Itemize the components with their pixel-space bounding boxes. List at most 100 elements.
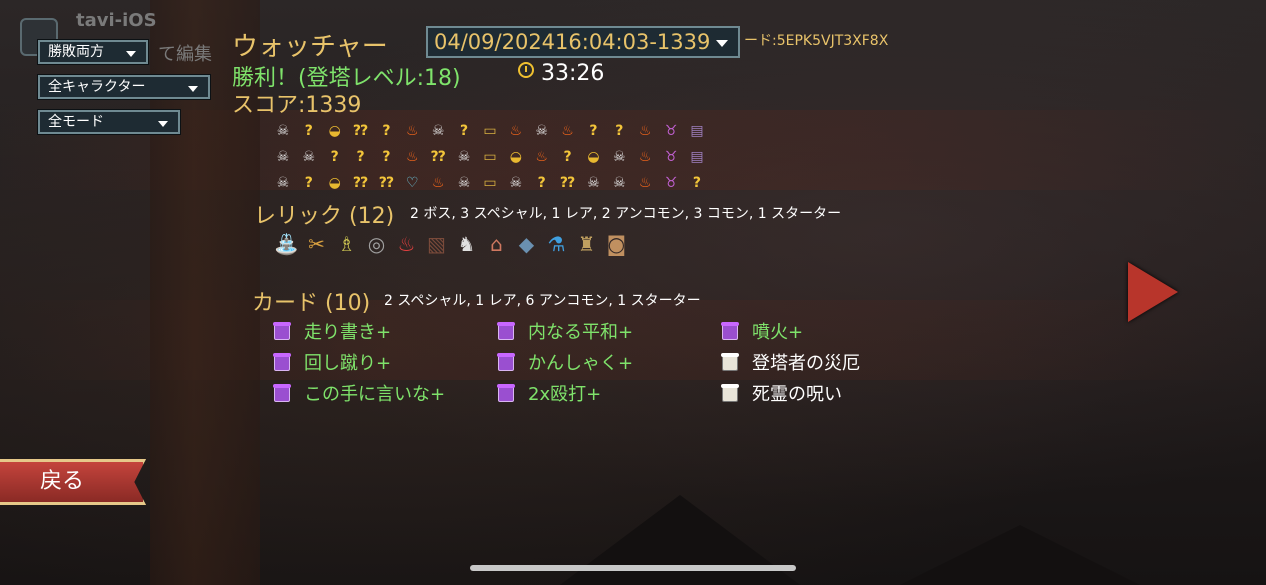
treasure-node-icon[interactable]: ▭ — [477, 118, 503, 144]
outcome-filter-dropdown[interactable]: 勝敗両方 — [38, 40, 148, 64]
event-monster-node-icon[interactable]: ⁇ — [348, 170, 374, 196]
card-name: 登塔者の災厄 — [752, 353, 860, 374]
event-node-icon[interactable]: ? — [555, 144, 581, 170]
chevron-down-icon — [716, 40, 728, 47]
card-item[interactable]: 内なる平和+ — [498, 318, 633, 344]
monster-node-icon[interactable]: ☠ — [581, 170, 607, 196]
shop-node-icon[interactable]: ◒ — [581, 144, 607, 170]
event-node-icon[interactable]: ? — [296, 170, 322, 196]
stopwatch-icon — [518, 62, 534, 78]
home-indicator[interactable] — [470, 565, 796, 571]
claw-icon[interactable]: ✂ — [302, 228, 331, 260]
card-name: 2x殴打+ — [528, 384, 602, 405]
monster-node-icon[interactable]: ☠ — [425, 118, 451, 144]
mode-filter-dropdown[interactable]: 全モード — [38, 110, 180, 134]
character-filter-dropdown[interactable]: 全キャラクター — [38, 75, 210, 99]
event-node-icon[interactable]: ? — [296, 118, 322, 144]
shop-node-icon[interactable]: ◒ — [322, 170, 348, 196]
elite-node-icon[interactable]: ♨ — [503, 118, 529, 144]
event-node-icon[interactable]: ? — [529, 170, 555, 196]
orb-ring-icon[interactable]: ◎ — [362, 228, 391, 260]
treasure-node-icon[interactable]: ▭ — [477, 144, 503, 170]
event-node-icon[interactable]: ? — [374, 144, 400, 170]
seed-text: ード:5EPK5VJT3XF8X — [744, 33, 889, 49]
card-item[interactable]: 走り書き+ — [274, 318, 391, 344]
event-node-icon[interactable]: ? — [581, 118, 607, 144]
shop-node-icon[interactable]: ◒ — [322, 118, 348, 144]
card-item[interactable]: 2x殴打+ — [498, 380, 601, 406]
lantern-icon[interactable]: ♜ — [572, 228, 601, 260]
event-node-icon[interactable]: ? — [322, 144, 348, 170]
card-item[interactable]: 死霊の呪い — [722, 380, 842, 406]
monster-node-icon[interactable]: ☠ — [606, 144, 632, 170]
house-icon[interactable]: ⌂ — [482, 228, 511, 260]
bag-icon[interactable]: ◙ — [602, 228, 631, 260]
event-shop-node-icon[interactable]: ⁇ — [374, 170, 400, 196]
shop-node-icon[interactable]: ◒ — [503, 144, 529, 170]
event-node-icon[interactable]: ? — [451, 118, 477, 144]
boss-node-icon[interactable]: ♉ — [658, 144, 684, 170]
elite-node-icon[interactable]: ♨ — [399, 118, 425, 144]
monster-node-icon[interactable]: ☠ — [529, 118, 555, 144]
map-path-grid: ☠? ◒ ⁇? ♨ ☠? ▭ ♨ ☠ ♨?? ♨ ♉ ▤ ☠ ☠??? ♨ ⁇ ☠ ▭ ◒ ♨? ◒ ☠ ♨ ♉ ▤ ☠? ◒ ⁇ ⁇ ♡… — [270, 118, 710, 196]
event-node-icon[interactable]: ? — [684, 170, 710, 196]
monster-node-icon[interactable]: ☠ — [270, 170, 296, 196]
elite-node-icon[interactable]: ♨ — [555, 118, 581, 144]
event-shop-node-icon[interactable]: ⁇ — [555, 170, 581, 196]
chest-node-icon[interactable]: ▤ — [684, 144, 710, 170]
event-node-icon[interactable]: ? — [606, 118, 632, 144]
cards-summary: 2 スペシャル, 1 レア, 6 アンコモン, 1 スターター — [384, 293, 701, 309]
background-mountain — [900, 525, 1140, 585]
map-path-row: ☠? ◒ ⁇ ⁇ ♡ ♨ ☠ ▭ ☠? ⁇ ☠ ☠ ♨ ♉? — [270, 170, 710, 196]
card-name: 噴火+ — [752, 322, 804, 343]
rest-node-icon[interactable]: ♡ — [399, 170, 425, 196]
monster-node-icon[interactable]: ☠ — [451, 144, 477, 170]
card-item[interactable]: かんしゃく+ — [498, 349, 633, 375]
monster-node-icon[interactable]: ☠ — [296, 144, 322, 170]
character-filter-value: 全キャラクター — [48, 79, 146, 95]
treasure-node-icon[interactable]: ▭ — [477, 170, 503, 196]
card-item[interactable]: 回し蹴り+ — [274, 349, 391, 375]
event-node-icon[interactable]: ? — [374, 118, 400, 144]
card-item[interactable]: 噴火+ — [722, 318, 803, 344]
card-name: かんしゃく+ — [528, 353, 634, 374]
chest-node-icon[interactable]: ▤ — [684, 118, 710, 144]
edit-label[interactable]: て編集 — [158, 40, 212, 66]
cards-title: カード (10) — [252, 291, 371, 316]
boss-node-icon[interactable]: ♉ — [658, 118, 684, 144]
monster-node-icon[interactable]: ☠ — [606, 170, 632, 196]
event-node-icon[interactable]: ? — [348, 144, 374, 170]
fountain-icon[interactable]: ⛲ — [272, 228, 301, 260]
monster-node-icon[interactable]: ☠ — [451, 170, 477, 196]
monster-node-icon[interactable]: ☠ — [270, 144, 296, 170]
elite-node-icon[interactable]: ♨ — [632, 118, 658, 144]
boss-node-icon[interactable]: ♉ — [658, 170, 684, 196]
run-selector-dropdown[interactable]: 04/09/202416:04:03-1339 — [426, 26, 740, 58]
card-type-icon — [722, 353, 738, 371]
card-name: 走り書き+ — [304, 322, 392, 343]
card-item[interactable]: この手に言いな+ — [274, 380, 445, 406]
book-icon[interactable]: ▧ — [422, 228, 451, 260]
elite-node-icon[interactable]: ♨ — [425, 170, 451, 196]
potion-icon[interactable]: ⚗ — [542, 228, 571, 260]
flame-spirit-icon[interactable]: ♨ — [392, 228, 421, 260]
event-monster-node-icon[interactable]: ⁇ — [425, 144, 451, 170]
monster-node-icon[interactable]: ☠ — [503, 170, 529, 196]
fish-icon[interactable]: ◆ — [512, 228, 541, 260]
elite-node-icon[interactable]: ♨ — [632, 144, 658, 170]
elite-node-icon[interactable]: ♨ — [632, 170, 658, 196]
card-name: この手に言いな+ — [304, 384, 446, 405]
card-item[interactable]: 登塔者の災厄 — [722, 349, 860, 375]
next-run-arrow-icon[interactable] — [1128, 262, 1178, 322]
event-monster-node-icon[interactable]: ⁇ — [348, 118, 374, 144]
elite-node-icon[interactable]: ♨ — [529, 144, 555, 170]
card-name: 死霊の呪い — [752, 384, 842, 405]
card-type-icon — [722, 322, 738, 340]
idol-icon[interactable]: ♗ — [332, 228, 361, 260]
monster-node-icon[interactable]: ☠ — [270, 118, 296, 144]
back-button[interactable]: 戻る — [0, 459, 146, 505]
relics-title: レリック (12) — [254, 204, 395, 229]
run-time: 33:26 — [541, 61, 605, 86]
elite-node-icon[interactable]: ♨ — [399, 144, 425, 170]
beast-icon[interactable]: ♞ — [452, 228, 481, 260]
